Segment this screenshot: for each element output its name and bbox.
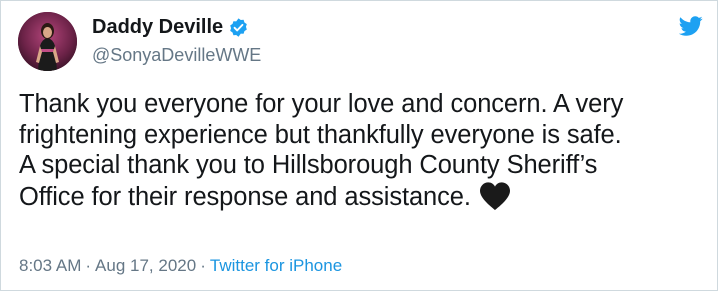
meta-separator: · [200,256,206,275]
tweet-text-line: Office for their response and assistance… [19,182,471,211]
tweet-date[interactable]: Aug 17, 2020 [95,256,196,275]
black-heart-icon [477,181,513,211]
verified-badge-icon [228,17,249,38]
user-handle[interactable]: @SonyaDevilleWWE [92,44,261,66]
twitter-bird-icon[interactable] [678,14,703,38]
tweet-text-line: A special thank you to Hillsborough Coun… [19,151,598,179]
user-name-row[interactable]: Daddy Deville [92,15,249,39]
meta-separator: · [85,256,92,275]
tweet-time[interactable]: 8:03 AM [19,256,81,275]
avatar[interactable] [18,12,77,71]
tweet-meta: 8:03 AM · Aug 17, 2020 · Twitter for iPhone [19,256,342,276]
source-link[interactable]: Twitter for iPhone [210,256,342,275]
tweet-card: Daddy Deville @SonyaDevilleWWE Thank you… [0,0,718,291]
tweet-text-line-last: Office for their response and assistance… [19,181,699,213]
tweet-text-line: frightening experience but thankfully ev… [19,120,622,149]
tweet-text: Thank you everyone for your love and con… [19,89,699,212]
tweet-text-line: Thank you everyone for your love and con… [19,90,624,118]
display-name: Daddy Deville [92,16,224,38]
avatar-image [18,12,77,71]
